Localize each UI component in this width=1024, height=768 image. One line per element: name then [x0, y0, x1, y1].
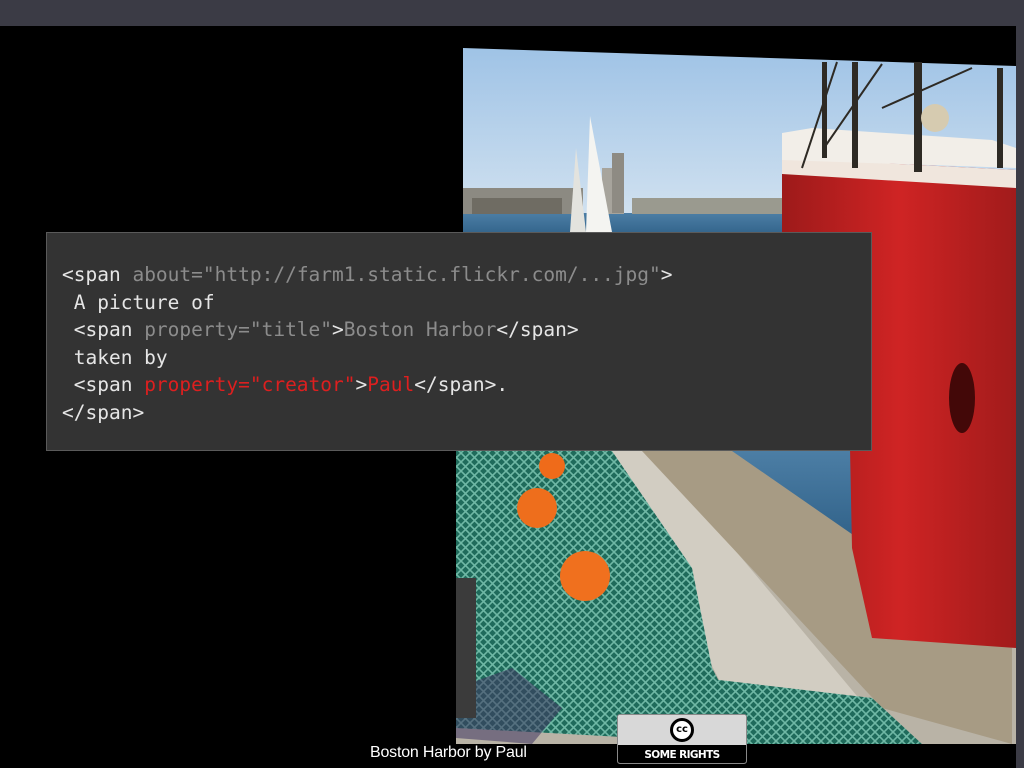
photo-caption: Boston Harbor by Paul	[370, 744, 527, 761]
code-token: taken by	[62, 345, 168, 369]
code-token: >	[332, 318, 344, 342]
code-token: A picture of	[62, 290, 215, 314]
code-token: property="creator"	[144, 373, 356, 397]
creative-commons-icon: cc	[670, 718, 694, 742]
cc-license-badge[interactable]: cc SOME RIGHTS RESERVED	[617, 714, 747, 764]
code-token: <span	[62, 318, 145, 342]
code-token: property="title"	[144, 318, 333, 342]
code-token: Paul	[367, 373, 415, 397]
code-token: </span>.	[414, 373, 509, 397]
top-bar	[0, 0, 1024, 26]
code-token: <span	[62, 263, 133, 286]
code-line: <span about="http://farm1.static.flickr.…	[62, 261, 871, 289]
code-token: </span>	[62, 400, 145, 424]
code-snippet: <span about="http://farm1.static.flickr.…	[46, 232, 872, 451]
code-line: <span property="title">Boston Harbor</sp…	[62, 316, 871, 344]
code-token: about="http://farm1.static.flickr.com/..…	[132, 263, 661, 286]
code-token: >	[660, 263, 673, 286]
code-token: </span>	[496, 318, 579, 342]
license-label: SOME RIGHTS RESERVED	[618, 745, 746, 763]
code-token: <span	[62, 373, 145, 397]
code-token: >	[355, 373, 368, 397]
code-line: A picture of	[62, 289, 871, 317]
right-edge	[1016, 26, 1024, 768]
code-line: </span>	[62, 399, 871, 427]
code-token: Boston Harbor	[343, 318, 497, 342]
code-line: taken by	[62, 344, 871, 372]
code-line: <span property="creator">Paul</span>.	[62, 371, 871, 399]
